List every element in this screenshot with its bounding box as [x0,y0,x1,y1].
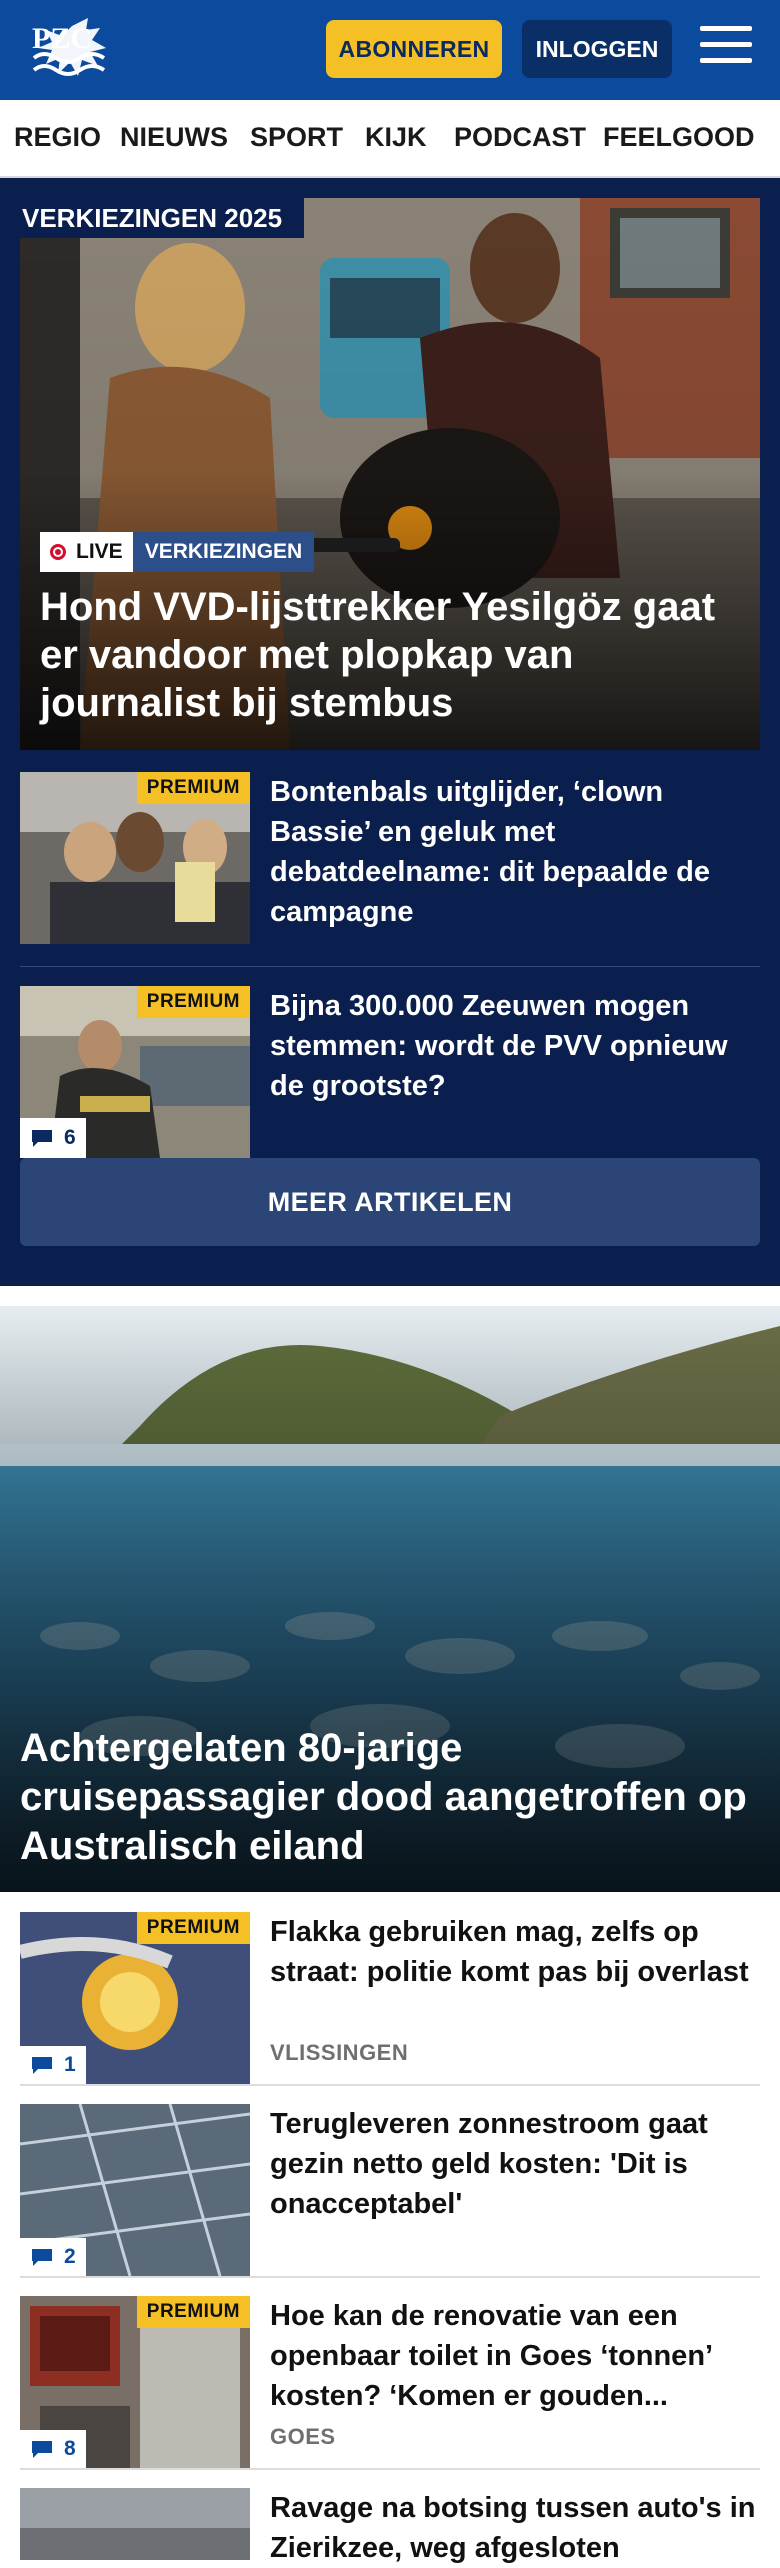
comment-count-value: 6 [64,1126,76,1149]
pzc-logo[interactable]: PZC [28,14,110,88]
comment-count[interactable]: 2 [20,2238,86,2276]
nav-item-sport[interactable]: SPORT [250,122,343,153]
comment-count-value: 2 [64,2245,76,2268]
divider [20,2468,760,2470]
top-header: PZC ABONNEREN INLOGGEN [0,0,780,100]
teaser-item[interactable]: PREMIUM Bontenbals uitglijder, ‘clown Ba… [20,772,760,944]
premium-badge: PREMIUM [136,772,250,804]
region-label: VLISSINGEN [270,2040,409,2065]
nav-item-feelgood[interactable]: FEELGOOD [603,122,755,153]
hamburger-menu-icon[interactable] [700,26,752,72]
login-button[interactable]: INLOGGEN [522,20,672,78]
list-headline[interactable]: Terugleveren zonnestroom gaat gezin nett… [270,2104,760,2224]
premium-badge: PREMIUM [136,986,250,1018]
hero-article[interactable]: VERKIEZINGEN 2025 LIVE VERKIEZINGEN Hond… [20,198,760,750]
nav-scroll-fade [760,100,780,176]
live-label: LIVE [76,540,123,563]
list-headline[interactable]: Hoe kan de renovatie van een openbaar to… [270,2296,760,2416]
nav-item-regio[interactable]: REGIO [14,122,101,153]
premium-badge: PREMIUM [136,2296,250,2328]
divider [20,2276,760,2278]
region-label: GOES [270,2424,336,2449]
live-badge: LIVE [40,532,133,572]
comment-count[interactable]: 6 [20,1118,86,1158]
divider [20,2084,760,2086]
subscribe-button[interactable]: ABONNEREN [326,20,502,78]
hero-labels: LIVE VERKIEZINGEN [40,532,315,572]
nav-item-nieuws[interactable]: NIEUWS [120,122,228,153]
comment-count[interactable]: 1 [20,2046,86,2084]
divider [20,966,760,967]
teaser-thumbnail: PREMIUM 6 [20,986,250,1158]
list-thumbnail: 2 [20,2104,250,2276]
section-label-elections: VERKIEZINGEN 2025 [20,198,305,238]
section-nav: REGIO NIEUWS SPORT KIJK PODCAST FEELGOOD [0,100,780,178]
teaser-headline[interactable]: Bontenbals uitglijder, ‘clown Bassie’ en… [270,772,760,932]
comment-icon [32,1130,52,1147]
logo-icon: PZC [32,18,106,76]
teaser-thumbnail: PREMIUM [20,772,250,944]
comment-icon [32,2441,52,2458]
comment-icon [32,2057,52,2074]
premium-badge: PREMIUM [136,1912,250,1944]
comment-count[interactable]: 8 [20,2430,86,2468]
list-thumbnail: PREMIUM 1 [20,1912,250,2084]
list-thumbnail: PREMIUM 8 [20,2296,250,2468]
featured-article[interactable]: Achtergelaten 80-jarige cruisepassagier … [0,1306,780,1892]
teaser-headline[interactable]: Bijna 300.000 Zeeuwen mogen stemmen: wor… [270,986,760,1106]
elections-section: VERKIEZINGEN 2025 LIVE VERKIEZINGEN Hond… [0,178,780,1286]
hero-topic-label: VERKIEZINGEN [132,532,315,572]
teaser-item[interactable]: PREMIUM 6 Bijna 300.000 Zeeuwen mogen st… [20,986,760,1158]
comment-icon [32,2249,52,2266]
more-articles-button[interactable]: MEER ARTIKELEN [20,1158,760,1246]
list-headline[interactable]: Flakka gebruiken mag, zelfs op straat: p… [270,1912,760,1992]
list-photo [20,2488,250,2560]
nav-item-podcast[interactable]: PODCAST [454,122,586,153]
nav-item-kijk[interactable]: KIJK [365,122,427,153]
list-thumbnail [20,2488,250,2560]
comment-count-value: 1 [64,2053,76,2076]
hero-headline[interactable]: Hond VVD-lijsttrekker Yesilgöz gaat er v… [40,583,750,727]
list-headline[interactable]: Ravage na botsing tussen auto's in Zieri… [270,2488,760,2568]
featured-headline[interactable]: Achtergelaten 80-jarige cruisepassagier … [20,1724,765,1871]
comment-count-value: 8 [64,2437,76,2460]
live-dot-icon [50,544,66,560]
